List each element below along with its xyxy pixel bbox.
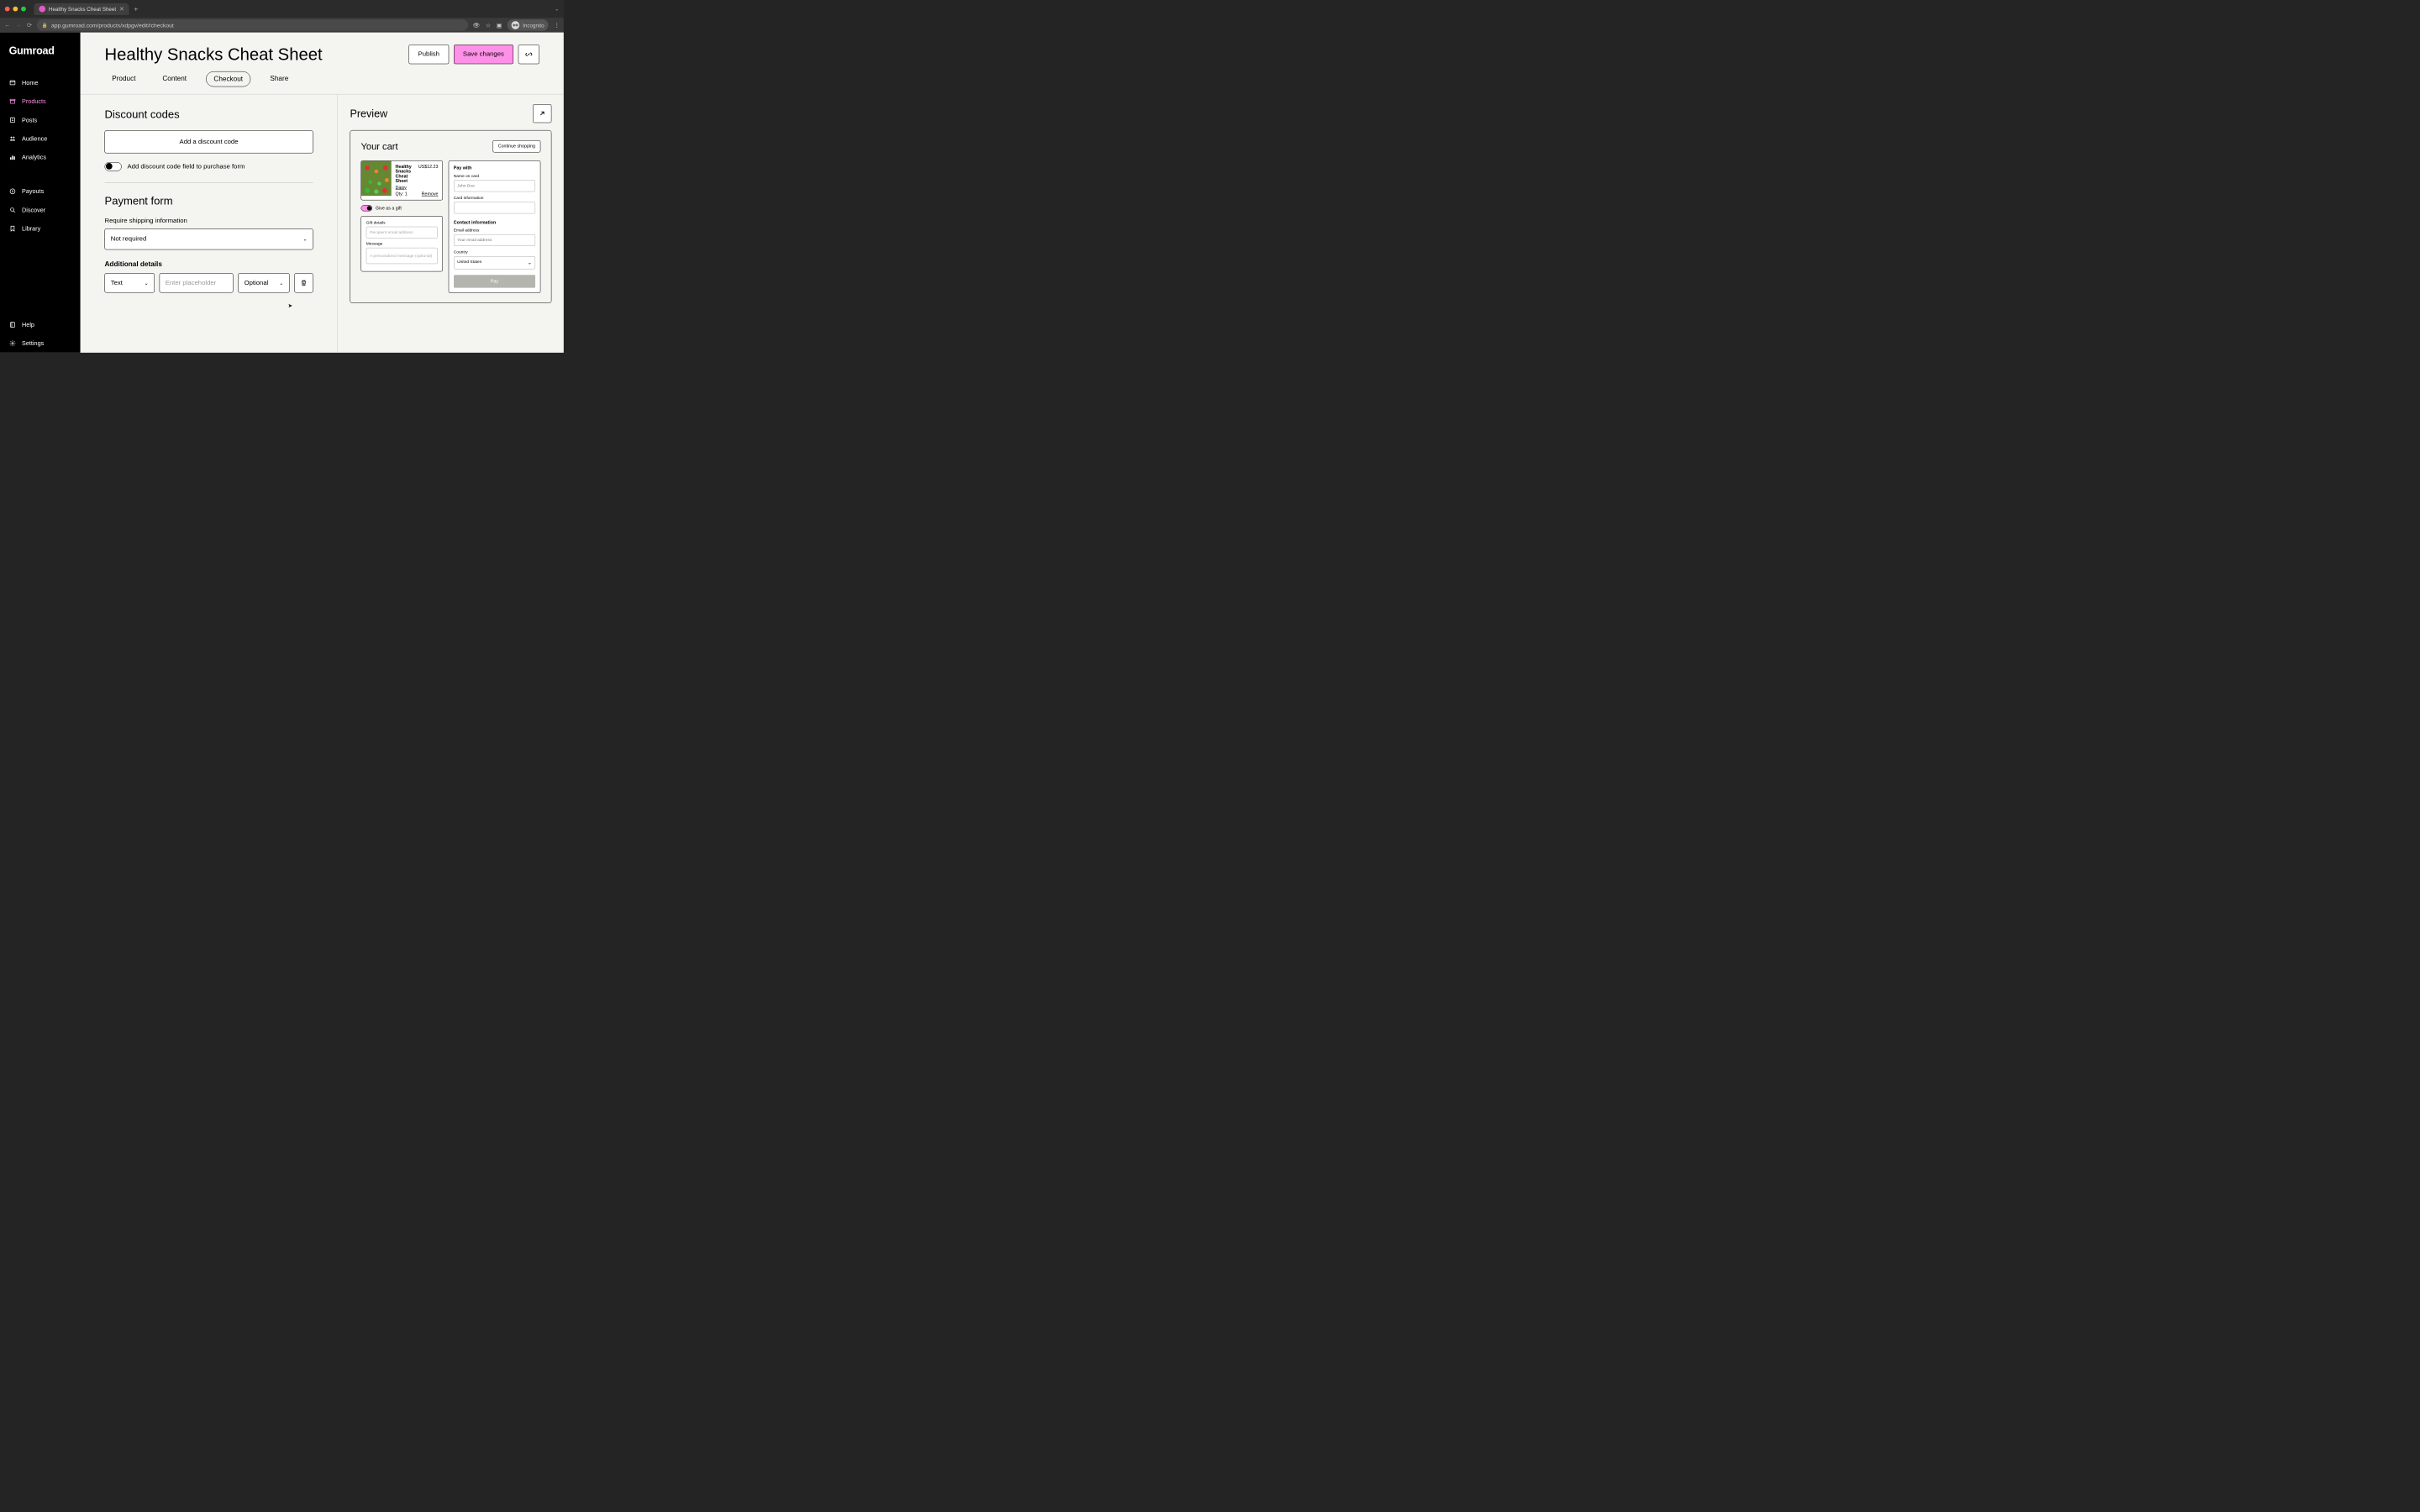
- shipping-select[interactable]: Not required ⌄: [105, 228, 313, 249]
- file-icon: [9, 117, 17, 124]
- arrow-up-right-icon: [539, 110, 546, 118]
- delete-detail-button[interactable]: [294, 273, 313, 292]
- pay-button[interactable]: Pay: [454, 275, 535, 287]
- archive-icon: [9, 97, 17, 105]
- email-label: Email address: [454, 228, 535, 233]
- gift-message-label: Message: [366, 242, 438, 246]
- bar-chart-icon: [9, 154, 17, 161]
- add-discount-code-button[interactable]: Add a discount code: [105, 130, 313, 153]
- sidebar-item-audience[interactable]: Audience: [0, 129, 81, 148]
- tab-title: Healthy Snacks Cheat Sheet: [49, 6, 116, 12]
- payment-form-heading: Payment form: [105, 195, 313, 207]
- tabs-dropdown-icon[interactable]: ⌄: [555, 6, 559, 12]
- card-info-input[interactable]: [454, 202, 535, 213]
- chevron-down-icon: ⌄: [279, 280, 283, 286]
- lock-icon: 🔒: [42, 23, 48, 29]
- recipient-email-input[interactable]: [366, 227, 438, 239]
- dollar-icon: $: [9, 187, 17, 195]
- chevron-down-icon: ⌄: [302, 236, 307, 242]
- browser-tab[interactable]: Healthy Snacks Cheat Sheet ✕: [34, 3, 129, 15]
- tab-product[interactable]: Product: [105, 71, 144, 87]
- chevron-down-icon: ⌄: [145, 280, 149, 286]
- sidebar-item-help[interactable]: Help: [0, 315, 81, 333]
- url-text: app.gumroad.com/products/xdpgv/edit#chec…: [51, 22, 174, 29]
- search-icon: [9, 207, 17, 214]
- gift-toggle[interactable]: [361, 205, 373, 211]
- product-thumbnail: [361, 161, 392, 197]
- publish-button[interactable]: Publish: [409, 45, 450, 64]
- kebab-menu-icon[interactable]: ⋮: [554, 22, 560, 29]
- incognito-badge[interactable]: 🕶 Incognito: [508, 19, 549, 31]
- gear-icon: [9, 339, 17, 347]
- trash-icon: [301, 280, 308, 286]
- sidebar-item-analytics[interactable]: Analytics: [0, 148, 81, 166]
- favicon: [39, 6, 45, 13]
- save-changes-button[interactable]: Save changes: [454, 45, 513, 64]
- incognito-icon: 🕶: [512, 21, 520, 29]
- people-icon: [9, 135, 17, 143]
- remove-product-link[interactable]: Remove: [422, 192, 439, 197]
- mac-close[interactable]: [5, 7, 10, 12]
- product-name: Healthy Snacks Cheat Sheet: [396, 164, 418, 183]
- detail-type-select[interactable]: Text ⌄: [105, 273, 155, 292]
- reload-button[interactable]: ⟳: [27, 21, 32, 29]
- detail-placeholder-input[interactable]: Enter placeholder: [159, 273, 233, 292]
- gift-details-label: Gift details: [366, 221, 438, 225]
- name-on-card-input[interactable]: [454, 180, 535, 192]
- mac-maximize[interactable]: [21, 7, 26, 12]
- link-icon: [525, 50, 533, 58]
- new-tab-button[interactable]: +: [134, 5, 138, 13]
- svg-text:$: $: [12, 190, 14, 193]
- open-preview-button[interactable]: [533, 104, 551, 123]
- mac-minimize[interactable]: [13, 7, 18, 12]
- page-title: Healthy Snacks Cheat Sheet: [105, 45, 404, 64]
- email-input[interactable]: [454, 234, 535, 246]
- cart-product-card: Healthy Snacks Cheat Sheet US$12.23 Dais…: [361, 160, 443, 200]
- discount-codes-heading: Discount codes: [105, 108, 313, 121]
- sidebar-item-discover[interactable]: Discover: [0, 201, 81, 219]
- product-price: US$12.23: [418, 164, 439, 183]
- sidebar-item-library[interactable]: Library: [0, 219, 81, 238]
- card-info-label: Card information: [454, 196, 535, 200]
- bookmark-icon: [9, 225, 17, 233]
- eye-off-icon[interactable]: 👁: [473, 22, 481, 29]
- country-label: Country: [454, 250, 535, 255]
- tab-checkout[interactable]: Checkout: [206, 71, 250, 87]
- bookmark-star-icon[interactable]: ☆: [486, 22, 491, 29]
- product-qty: Qty: 1: [396, 192, 408, 197]
- tab-share[interactable]: Share: [263, 71, 296, 87]
- sidebar-item-posts[interactable]: Posts: [0, 111, 81, 129]
- product-author[interactable]: Daisy: [396, 186, 439, 191]
- back-button[interactable]: ←: [4, 22, 11, 29]
- gift-message-input[interactable]: [366, 248, 438, 264]
- extensions-icon[interactable]: ▣: [497, 22, 502, 29]
- copy-link-button[interactable]: [518, 45, 539, 64]
- tab-close-icon[interactable]: ✕: [119, 6, 124, 13]
- shipping-label: Require shipping information: [105, 218, 313, 225]
- sidebar-item-payouts[interactable]: $ Payouts: [0, 182, 81, 201]
- discount-field-toggle[interactable]: [105, 162, 122, 171]
- logo[interactable]: Gumroad: [0, 45, 81, 73]
- sidebar-item-products[interactable]: Products: [0, 92, 81, 111]
- toggle-label: Add discount code field to purchase form: [128, 163, 245, 171]
- sidebar-item-settings[interactable]: Settings: [0, 334, 81, 353]
- gift-toggle-label: Give as a gift: [376, 206, 402, 211]
- additional-details-heading: Additional details: [105, 260, 313, 269]
- preview-heading: Preview: [350, 108, 533, 120]
- chevron-down-icon: ⌄: [528, 260, 532, 265]
- cart-title: Your cart: [361, 141, 493, 152]
- pay-with-label: Pay with: [454, 165, 535, 171]
- detail-required-select[interactable]: Optional ⌄: [238, 273, 289, 292]
- continue-shopping-button[interactable]: Continue shopping: [492, 140, 540, 152]
- book-icon: [9, 321, 17, 328]
- name-on-card-label: Name on card: [454, 174, 535, 178]
- contact-info-label: Contact information: [454, 220, 535, 225]
- tab-content[interactable]: Content: [155, 71, 194, 87]
- home-icon: [9, 79, 17, 87]
- sidebar-item-home[interactable]: Home: [0, 73, 81, 92]
- address-bar[interactable]: 🔒 app.gumroad.com/products/xdpgv/edit#ch…: [37, 19, 468, 31]
- country-select[interactable]: United States ⌄: [454, 256, 535, 269]
- forward-button[interactable]: →: [15, 22, 22, 29]
